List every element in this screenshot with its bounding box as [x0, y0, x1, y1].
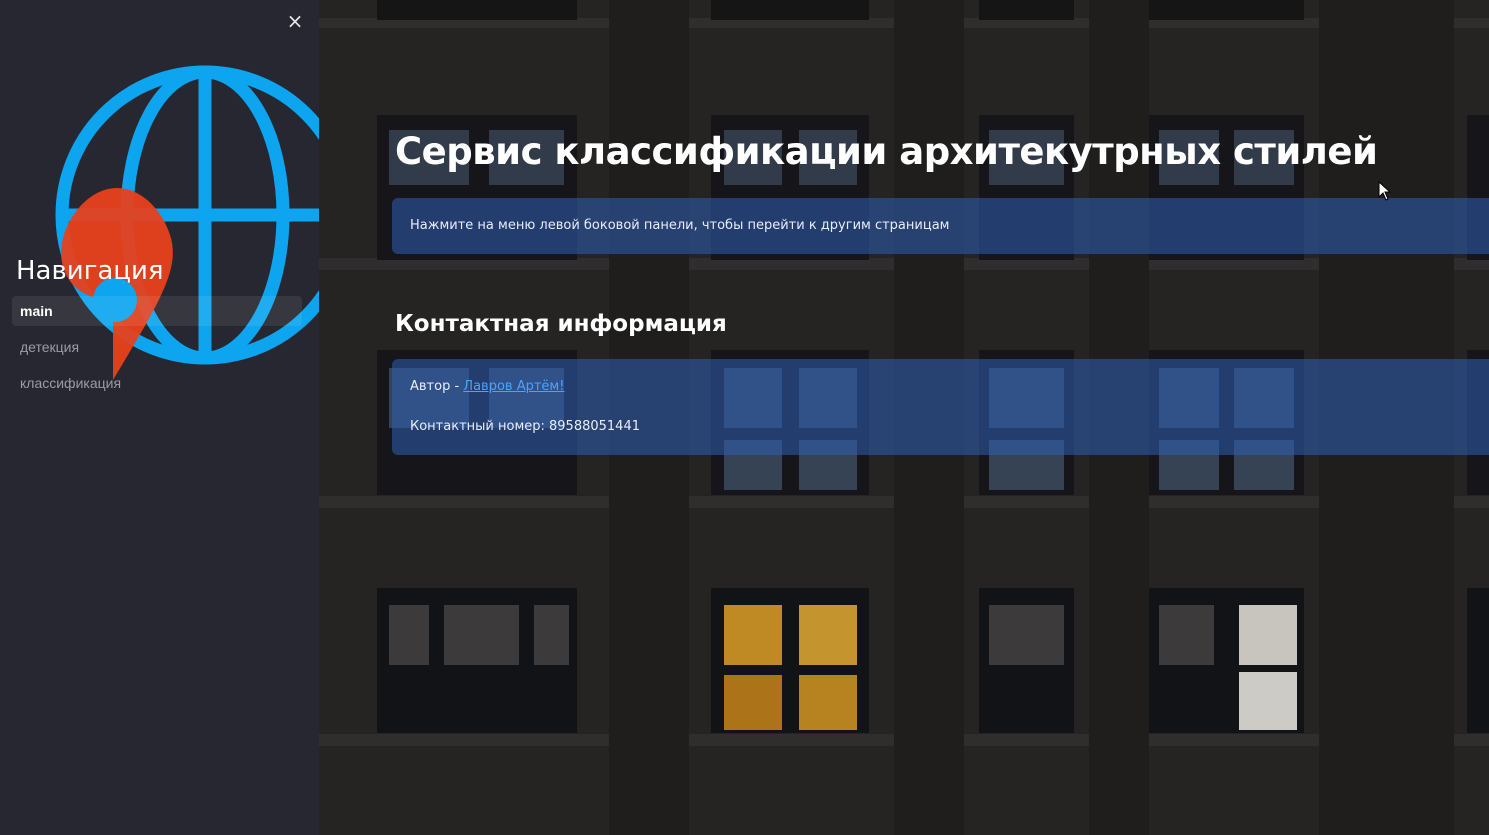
- phone-line: Контактный номер: 89588051441: [410, 419, 640, 434]
- author-line: Автор - Лавров Артём!: [410, 379, 564, 394]
- navigation-title: Навигация: [16, 256, 164, 286]
- sidebar-item-classification[interactable]: классификация: [12, 368, 302, 398]
- contacts-box: [392, 359, 1489, 455]
- contacts-heading: Контактная информация: [395, 311, 727, 337]
- info-alert-text: Нажмите на меню левой боковой панели, чт…: [410, 218, 950, 233]
- close-sidebar-button[interactable]: ×: [284, 10, 306, 32]
- sidebar-item-detection[interactable]: детекция: [12, 332, 302, 362]
- page-title: Сервис классификации архитекутрных стиле…: [395, 130, 1378, 173]
- sidebar-item-main[interactable]: main: [12, 296, 302, 326]
- author-link[interactable]: Лавров Артём!: [463, 379, 564, 394]
- author-prefix: Автор -: [410, 379, 464, 394]
- mouse-pointer-icon: [1378, 181, 1392, 201]
- sidebar: × Навигация main детекция классификация: [0, 0, 319, 835]
